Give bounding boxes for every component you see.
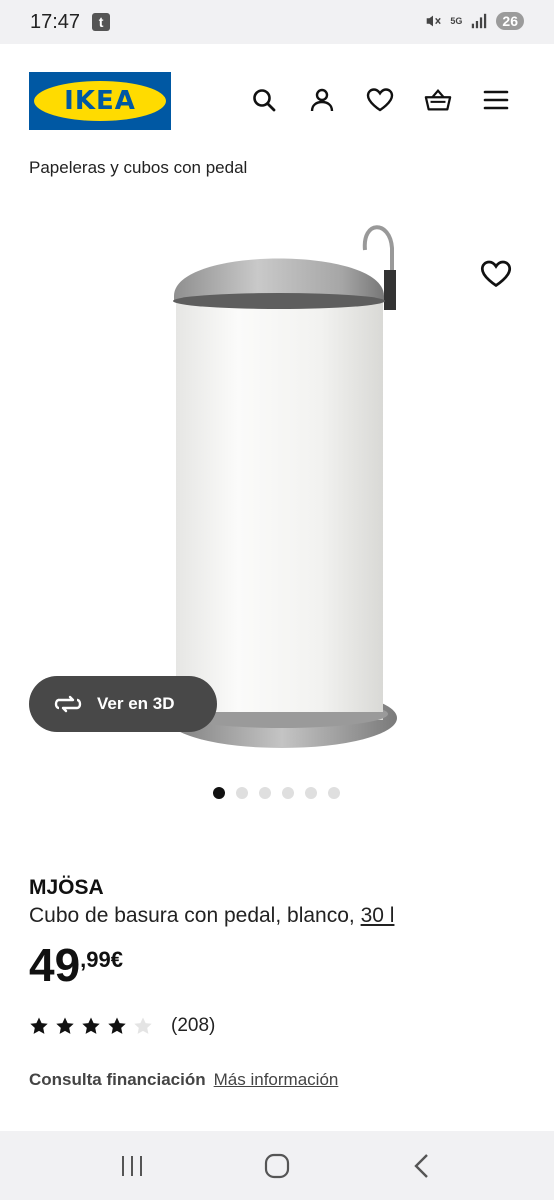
price-currency: € — [110, 947, 124, 972]
search-icon[interactable] — [250, 86, 278, 114]
more-info-link[interactable]: Más información — [214, 1070, 339, 1090]
mute-icon — [427, 15, 442, 27]
network-type: 5G — [450, 15, 463, 26]
breadcrumb[interactable]: Papeleras y cubos con pedal — [29, 158, 247, 178]
product-description: Cubo de basura con pedal, blanco, 30 l — [29, 904, 394, 928]
financing-row: Consulta financiación Más información — [29, 1070, 338, 1090]
gallery-pagination — [213, 787, 340, 799]
back-icon[interactable] — [402, 1146, 442, 1186]
financing-label: Consulta financiación — [29, 1070, 206, 1089]
signal-icon — [472, 13, 487, 29]
recent-apps-icon[interactable] — [112, 1146, 152, 1186]
gallery-dot[interactable] — [328, 787, 340, 799]
status-time: 17:47 — [30, 10, 81, 33]
star-filled-icon — [108, 1017, 126, 1034]
price-integer: 49 — [29, 939, 81, 991]
product-description-text: Cubo de basura con pedal, blanco, — [29, 904, 355, 927]
review-count: (208) — [171, 1015, 216, 1036]
menu-icon[interactable] — [482, 86, 510, 114]
product-size-link[interactable]: 30 l — [361, 904, 395, 927]
product-price: 49 ,99 € — [29, 942, 123, 988]
star-filled-icon — [30, 1017, 48, 1034]
gallery-dot[interactable] — [305, 787, 317, 799]
star-filled-icon — [82, 1017, 100, 1034]
status-icons: 5G 26 — [424, 12, 524, 30]
star-filled-icon — [56, 1017, 74, 1034]
product-rating[interactable]: (208) — [29, 1015, 215, 1037]
logo-oval: IKEA — [34, 81, 166, 121]
gallery-dot[interactable] — [282, 787, 294, 799]
view-in-3d-button[interactable]: Ver en 3D — [29, 676, 217, 732]
status-bar: 17:47 t 5G 26 — [0, 0, 554, 44]
home-icon[interactable] — [257, 1146, 297, 1186]
user-icon[interactable] — [308, 86, 336, 114]
ikea-logo[interactable]: IKEA — [29, 72, 171, 130]
product-name: MJÖSA — [29, 876, 104, 899]
battery-indicator: 26 — [496, 12, 524, 30]
header-actions — [250, 86, 510, 114]
site-header: IKEA — [0, 44, 554, 154]
star-empty-icon — [134, 1017, 152, 1034]
gallery-dot[interactable] — [236, 787, 248, 799]
rotate-3d-icon — [54, 695, 82, 713]
system-navigation-bar — [0, 1131, 554, 1200]
add-to-favourites-heart-icon[interactable] — [480, 258, 512, 290]
basket-icon[interactable] — [424, 86, 452, 114]
heart-icon[interactable] — [366, 86, 394, 114]
gallery-dot[interactable] — [259, 787, 271, 799]
view-in-3d-label: Ver en 3D — [97, 694, 175, 713]
gallery-dot[interactable] — [213, 787, 225, 799]
price-decimal: ,99 — [80, 947, 111, 972]
app-notification-icon: t — [92, 13, 111, 31]
logo-text: IKEA — [64, 86, 136, 116]
